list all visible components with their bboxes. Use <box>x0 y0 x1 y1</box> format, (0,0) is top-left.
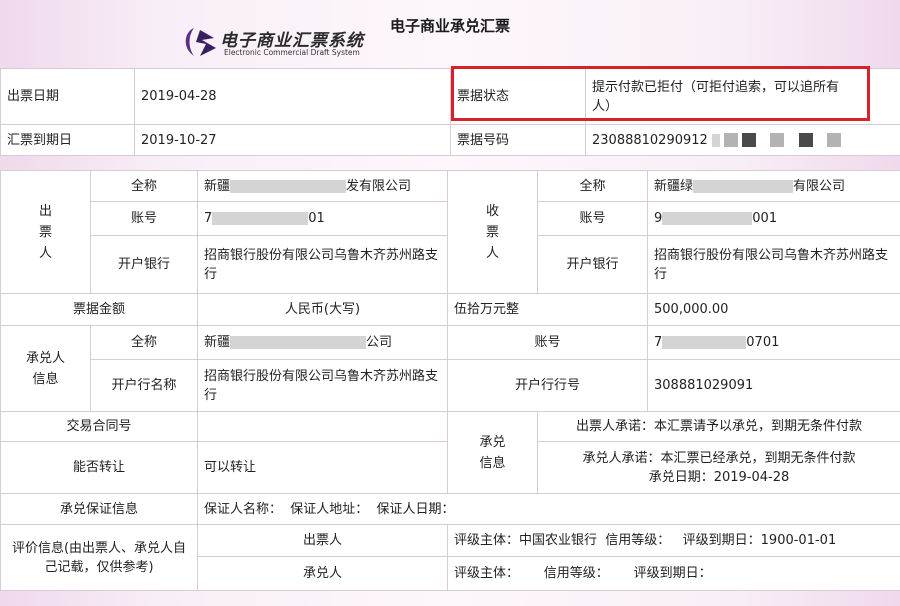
drawer-bank-value: 招商银行股份有限公司乌鲁木齐苏州路支行 <box>197 235 448 294</box>
acceptor-bank-no-label: 开户行行号 <box>447 359 648 412</box>
redaction <box>212 212 309 225</box>
payee-name-label: 全称 <box>537 170 648 202</box>
redaction <box>230 336 367 349</box>
amount-currency: 人民币(大写) <box>197 293 448 326</box>
transfer-label: 能否转让 <box>0 441 198 494</box>
acceptor-promise: 承兑人承诺：本汇票已经承兑，到期无条件付款 <box>582 450 856 466</box>
drawer-name-label: 全称 <box>90 170 198 202</box>
payee-bank-value: 招商银行股份有限公司乌鲁木齐苏州路支行 <box>647 235 900 294</box>
accept-date: 承兑日期：2019-04-28 <box>648 469 790 485</box>
issue-date-label: 出票日期 <box>0 68 135 125</box>
rating-acceptor-value: 评级主体： 信用等级： 评级到期日： <box>447 556 900 591</box>
drawer-bank-label: 开户银行 <box>90 235 198 294</box>
redaction <box>724 133 739 147</box>
acceptor-section-label: 承兑人信息 <box>0 325 91 412</box>
status-value: 提示付款已拒付（可拒付追索，可以追所有 人） <box>585 68 900 125</box>
drawer-name-value: 新疆 发有限公司 <box>197 170 448 202</box>
acceptor-account-label: 账号 <box>447 325 648 360</box>
redaction <box>230 179 347 193</box>
drawer-account-value: 7 01 <box>197 201 448 236</box>
payee-account-label: 账号 <box>537 201 648 236</box>
redaction <box>711 133 720 147</box>
status-label: 票据状态 <box>450 68 586 125</box>
acceptor-bank-no-value: 308881029091 <box>647 359 900 412</box>
redaction <box>693 179 794 193</box>
logo-en-text: Electronic Commercial Draft System <box>224 48 360 57</box>
accept-info-label: 承兑信息 <box>447 411 538 494</box>
redaction <box>770 133 785 147</box>
acceptor-account-value: 7 0701 <box>647 325 900 360</box>
redaction <box>826 133 841 147</box>
amount-label: 票据金额 <box>0 293 198 326</box>
guarantee-label: 承兑保证信息 <box>0 493 198 525</box>
payee-section-label: 收票人 <box>447 170 538 294</box>
status-line-2: 人） <box>592 98 619 114</box>
redaction <box>662 336 747 349</box>
drawer-section-label: 出票人 <box>0 170 91 294</box>
status-line-1: 提示付款已拒付（可拒付追索，可以追所有 <box>592 79 840 95</box>
number-label: 票据号码 <box>450 124 586 156</box>
payee-account-value: 9 001 <box>647 201 900 236</box>
due-date-label: 汇票到期日 <box>0 124 135 156</box>
rating-label: 评价信息(由出票人、承兑人自己记载，仅供参考) <box>0 524 198 591</box>
acceptor-name-label: 全称 <box>90 325 198 360</box>
redaction <box>742 133 757 147</box>
contract-label: 交易合同号 <box>0 411 198 442</box>
header: 电子商业汇票系统 Electronic Commercial Draft Sys… <box>0 0 900 68</box>
main-table: 出票人 全称 新疆 发有限公司 收票人 全称 新疆绿 有限公司 账号 7 01 账号 … <box>0 170 900 591</box>
acceptor-promise-cell: 承兑人承诺：本汇票已经承兑，到期无条件付款 承兑日期：2019-04-28 <box>537 441 900 494</box>
transfer-value: 可以转让 <box>197 441 448 494</box>
contract-value <box>197 411 448 442</box>
drawer-account-label: 账号 <box>90 201 198 236</box>
issue-date-value: 2019-04-28 <box>134 68 451 125</box>
top-info-table: 出票日期 2019-04-28 票据状态 提示付款已拒付（可拒付追索，可以追所有… <box>0 68 900 156</box>
due-date-value: 2019-10-27 <box>134 124 451 156</box>
amount-in-words: 伍拾万元整 <box>447 293 648 326</box>
amount-value: 500,000.00 <box>647 293 900 326</box>
rating-drawer-label: 出票人 <box>197 524 448 557</box>
acceptor-name-value: 新疆 公司 <box>197 325 448 360</box>
redaction <box>662 212 753 225</box>
number-value: 23088810290912 <box>585 124 900 156</box>
payee-name-value: 新疆绿 有限公司 <box>647 170 900 202</box>
rating-drawer-value: 评级主体：中国农业银行 信用等级： 评级到期日：1900-01-01 <box>447 524 900 557</box>
acceptor-bank-value: 招商银行股份有限公司乌鲁木齐苏州路支行 <box>197 359 448 412</box>
rating-acceptor-label: 承兑人 <box>197 556 448 591</box>
page-title: 电子商业承兑汇票 <box>389 17 510 35</box>
guarantee-value: 保证人名称： 保证人地址： 保证人日期： <box>197 493 900 525</box>
drawer-promise: 出票人承诺：本汇票请予以承兑，到期无条件付款 <box>537 411 900 442</box>
redaction <box>798 133 813 147</box>
acceptor-bank-label: 开户行名称 <box>90 359 198 412</box>
payee-bank-label: 开户银行 <box>537 235 648 294</box>
